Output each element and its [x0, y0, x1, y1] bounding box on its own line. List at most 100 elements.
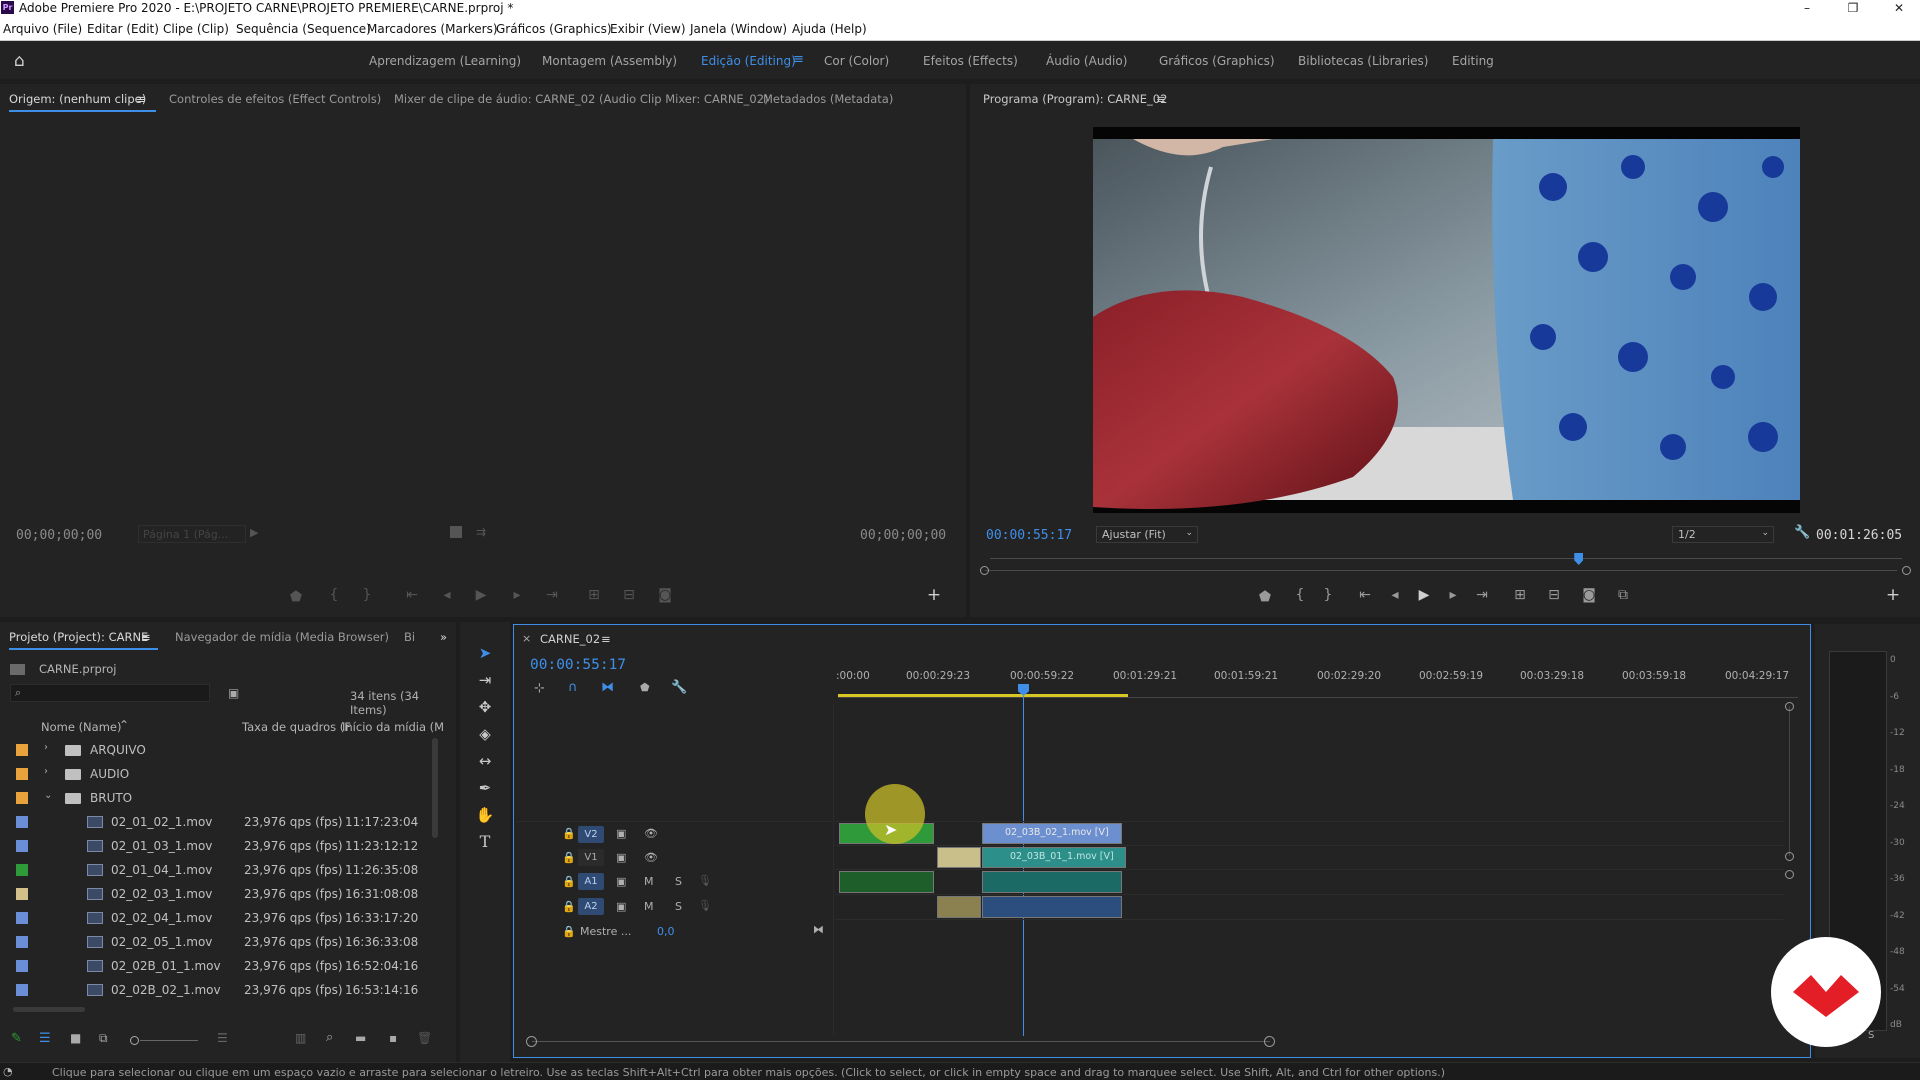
folder-row-bruto[interactable]: ⌄ BRUTO	[0, 786, 440, 810]
column-name[interactable]: Nome (Name)	[41, 720, 121, 734]
workspace-libraries[interactable]: Bibliotecas (Libraries)	[1298, 54, 1429, 68]
menu-view[interactable]: Exibir (View)	[610, 22, 686, 36]
program-add-button[interactable]: +	[1882, 585, 1904, 605]
program-add-marker-icon[interactable]: ⬟	[1254, 589, 1276, 605]
list-item[interactable]: 02_01_03_1.mov 23,976 qps (fps) 11:23:12:1…	[0, 834, 440, 858]
timeline-vertical-scrollbar[interactable]	[1789, 706, 1790, 856]
tab-media-browser[interactable]: Navegador de mídia (Media Browser)	[175, 630, 389, 644]
close-sequence-icon[interactable]: ×	[522, 632, 531, 645]
workspace-color[interactable]: Cor (Color)	[824, 54, 889, 68]
find-icon[interactable]: ⌕	[326, 1030, 333, 1045]
list-item[interactable]: 02_02B_02_1.mov 23,976 qps (fps) 16:53:14:…	[0, 978, 440, 1002]
zoom-handle-right[interactable]	[1902, 566, 1911, 575]
label-color-swatch[interactable]	[16, 864, 28, 876]
program-time-ruler[interactable]	[990, 558, 1902, 559]
tab-source[interactable]: Origem: (nenhum clipe)	[9, 92, 157, 112]
a1-voiceover-icon[interactable]: 🎙	[698, 874, 712, 887]
timeline-horizontal-scrollbar[interactable]	[532, 1041, 1270, 1042]
label-color-swatch[interactable]	[16, 816, 28, 828]
program-mark-in-icon[interactable]: {	[1289, 587, 1311, 603]
page-next-icon[interactable]: ▶	[250, 526, 258, 539]
new-item-icon[interactable]: ▪	[389, 1031, 397, 1045]
chevron-right-icon[interactable]: ›	[44, 766, 48, 777]
tab-bin[interactable]: Bi	[404, 630, 415, 644]
timeline-timecode[interactable]: 00:00:55:17	[530, 657, 626, 673]
workspace-effects[interactable]: Efeitos (Effects)	[923, 54, 1018, 68]
v1-clip-tan[interactable]	[937, 847, 981, 868]
vscroll-handle-bottom[interactable]	[1785, 870, 1794, 879]
tab-metadata[interactable]: Metadados (Metadata)	[763, 92, 893, 106]
label-color-swatch[interactable]	[16, 960, 28, 972]
track-v2-label[interactable]: V2	[578, 826, 604, 843]
a1-lock-icon[interactable]: 🔒	[562, 875, 576, 888]
list-item[interactable]: 02_01_02_1.mov 23,976 qps (fps) 11:17:23:0…	[0, 810, 440, 834]
label-color-swatch[interactable]	[16, 768, 28, 780]
tab-project-menu-icon[interactable]: ≡	[141, 630, 151, 644]
list-item[interactable]: 02_02B_01_1.mov 23,976 qps (fps) 16:52:04:…	[0, 954, 440, 978]
menu-file[interactable]: Arquivo (File)	[3, 22, 82, 36]
tab-audio-clip-mixer[interactable]: Mixer de clipe de áudio: CARNE_02 (Audio…	[394, 92, 769, 106]
program-zoom-bar[interactable]	[985, 570, 1897, 571]
automate-to-sequence-icon[interactable]: ▥	[295, 1031, 306, 1045]
source-add-marker-icon[interactable]: ⬟	[285, 589, 307, 605]
master-lock-icon[interactable]: 🔒	[562, 925, 576, 938]
program-video-frame[interactable]	[1093, 127, 1800, 513]
label-color-swatch[interactable]	[16, 744, 28, 756]
freeform-view-icon[interactable]: ⧉	[99, 1031, 108, 1046]
source-step-back-icon[interactable]: ◂	[436, 587, 458, 603]
label-color-swatch[interactable]	[16, 912, 28, 924]
a2-voiceover-icon[interactable]: 🎙	[698, 899, 712, 912]
menu-sequence[interactable]: Sequência (Sequence)	[236, 22, 371, 36]
workspace-editing[interactable]: Edição (Editing)	[701, 54, 796, 68]
v2-eye-icon[interactable]: 👁	[644, 827, 658, 840]
label-color-swatch[interactable]	[16, 984, 28, 996]
tab-program[interactable]: Programa (Program): CARNE_02	[983, 92, 1167, 106]
menu-edit[interactable]: Editar (Edit)	[87, 22, 159, 36]
selection-tool-icon[interactable]: ➤	[474, 642, 496, 664]
project-search-input[interactable]: ⌕	[10, 684, 210, 702]
source-export-frame-icon[interactable]: ◙	[654, 587, 676, 603]
list-item[interactable]: 02_01_04_1.mov 23,976 qps (fps) 11:26:35:0…	[0, 858, 440, 882]
folder-row-audio[interactable]: › AUDIO	[0, 762, 440, 786]
a1-clip[interactable]	[982, 871, 1122, 893]
program-timecode-current[interactable]: 00:00:55:17	[986, 528, 1072, 543]
track-select-tool-icon[interactable]: ⇥	[474, 669, 496, 691]
a2-sync-lock-icon[interactable]: ▣	[616, 900, 626, 913]
sort-ascending-icon[interactable]: ⌃	[119, 718, 129, 732]
v2-clip[interactable]: 02_03B_02_1.mov [V]	[982, 823, 1122, 844]
menu-help[interactable]: Ajuda (Help)	[792, 22, 867, 36]
a2-solo-button[interactable]: S	[675, 900, 682, 913]
source-step-forward-icon[interactable]: ▸	[506, 587, 528, 603]
zoom-slider-handle[interactable]	[130, 1036, 139, 1045]
program-export-frame-icon[interactable]: ◙	[1578, 587, 1600, 603]
razor-tool-icon[interactable]: ◈	[474, 723, 496, 745]
source-overwrite-icon[interactable]: ⊟	[618, 587, 640, 603]
close-button[interactable]: ✕	[1879, 0, 1919, 17]
project-vertical-scrollbar[interactable]	[432, 738, 438, 838]
v1-clip[interactable]: 02_03B_01_1.mov [V]	[982, 847, 1126, 868]
label-color-swatch[interactable]	[16, 840, 28, 852]
label-color-swatch[interactable]	[16, 888, 28, 900]
zoom-handle-left[interactable]	[980, 566, 989, 575]
ripple-edit-tool-icon[interactable]: ✥	[474, 696, 496, 718]
sort-icons-icon[interactable]: ☰	[217, 1031, 228, 1045]
program-fit-select[interactable]: Ajustar (Fit) ⌄	[1096, 526, 1198, 543]
v1-eye-icon[interactable]: 👁	[644, 851, 658, 864]
type-tool-icon[interactable]: T	[474, 831, 496, 853]
a2-lock-icon[interactable]: 🔒	[562, 900, 576, 913]
source-timecode-current[interactable]: 00;00;00;00	[16, 528, 102, 543]
column-fps[interactable]: Taxa de quadros (F	[242, 720, 351, 734]
v2-sync-lock-icon[interactable]: ▣	[616, 827, 626, 840]
new-search-bin-icon[interactable]: ▣	[228, 686, 239, 700]
source-insert-icon[interactable]: ⊞	[583, 587, 605, 603]
icon-view-icon[interactable]: ■	[70, 1031, 81, 1045]
home-icon[interactable]: ⌂	[14, 51, 25, 71]
menu-clip[interactable]: Clipe (Clip)	[163, 22, 229, 36]
source-add-button[interactable]: +	[923, 585, 945, 605]
tab-project[interactable]: Projeto (Project): CARNE	[9, 630, 159, 650]
source-settings-icon[interactable]	[450, 526, 462, 538]
workspace-editing-custom[interactable]: Editing	[1452, 54, 1494, 68]
add-marker-icon[interactable]: ⬟	[640, 681, 650, 694]
column-media-start[interactable]: Início da mídia (M	[342, 720, 444, 734]
menu-window[interactable]: Janela (Window)	[690, 22, 787, 36]
